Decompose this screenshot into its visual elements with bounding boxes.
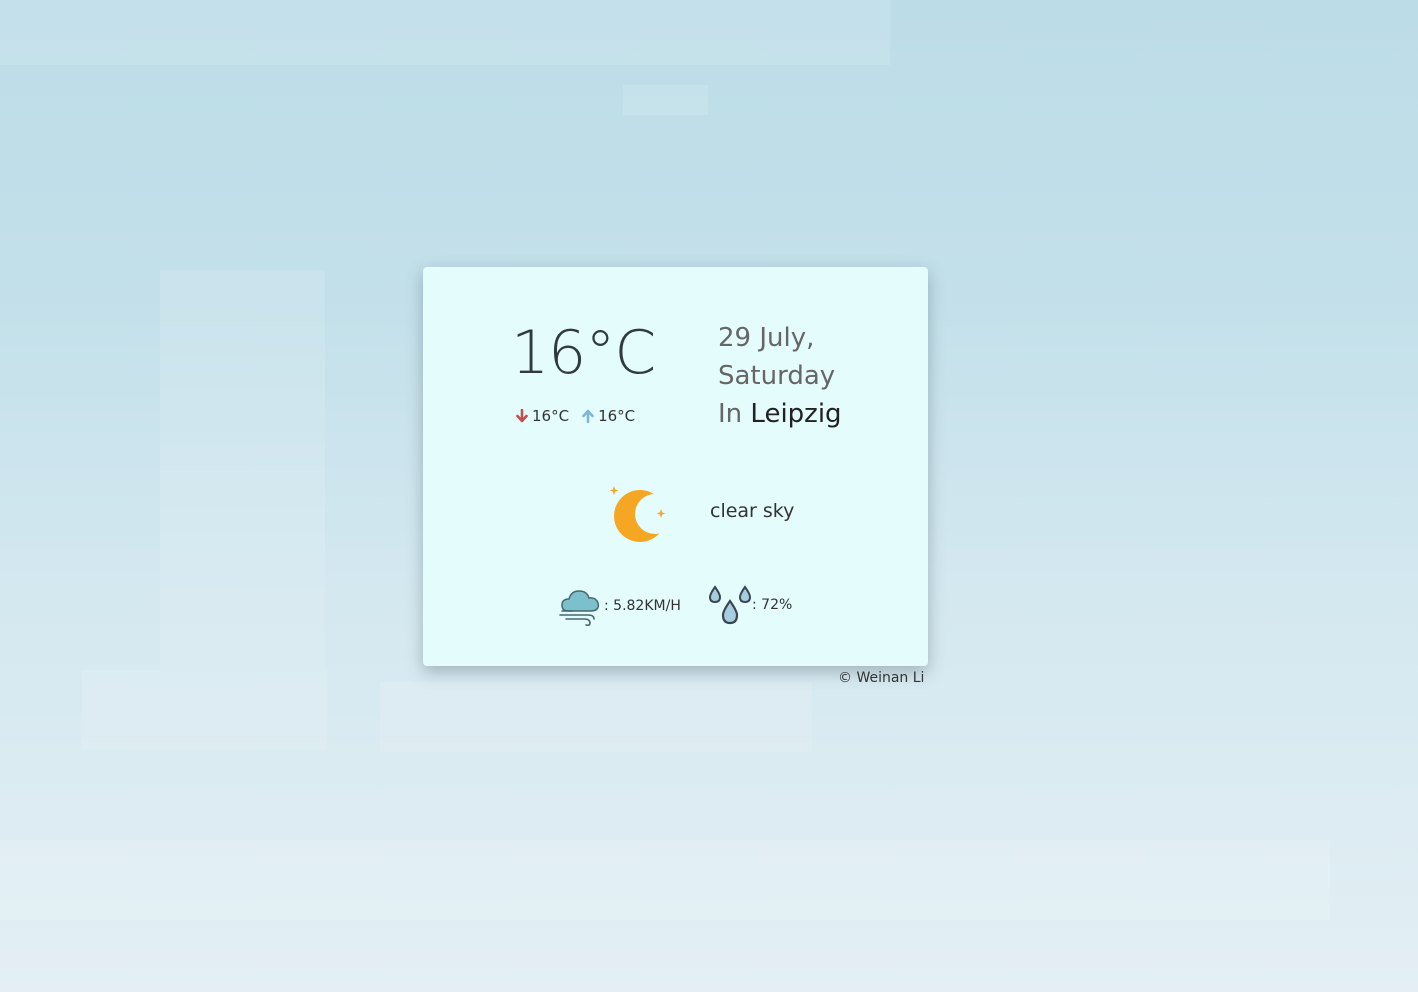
wind-cloud-icon [559,590,600,627]
background-blur-block [160,270,325,670]
wind-speed: : 5.82KM/H [604,598,681,614]
location: In Leipzig [718,395,842,433]
background-blur-block [380,682,812,752]
arrow-down-icon [516,409,528,423]
date-location: 29 July, Saturday In Leipzig [718,319,842,433]
current-temperature: 16°C [511,318,656,388]
background-blur-block [82,670,327,750]
temp-min-value: 16°C [532,407,570,425]
background-blur-block [623,85,708,115]
location-prefix: In [718,399,743,429]
humidity-info: : 72% [708,585,792,625]
city-name: Leipzig [750,399,842,429]
moon-stars-icon [609,486,670,542]
date: 29 July, [718,323,815,353]
weather-description: clear sky [710,500,795,522]
arrow-up-icon [582,409,594,423]
weekday: Saturday [718,361,836,391]
temp-max-value: 16°C [598,407,636,425]
copyright: © Weinan Li [838,670,925,686]
background-blur-block [0,840,1330,920]
humidity-value: : 72% [752,597,793,613]
weather-card: 16°C 16°C 16°C 29 July, Saturday In Leip… [423,267,928,666]
temperature-range: 16°C 16°C [515,407,647,425]
temp-min: 16°C [515,407,569,425]
wind-info: : 5.82KM/H [558,585,681,627]
temp-max: 16°C [581,407,635,425]
water-drops-icon [708,585,752,625]
background-blur-block [0,0,890,65]
